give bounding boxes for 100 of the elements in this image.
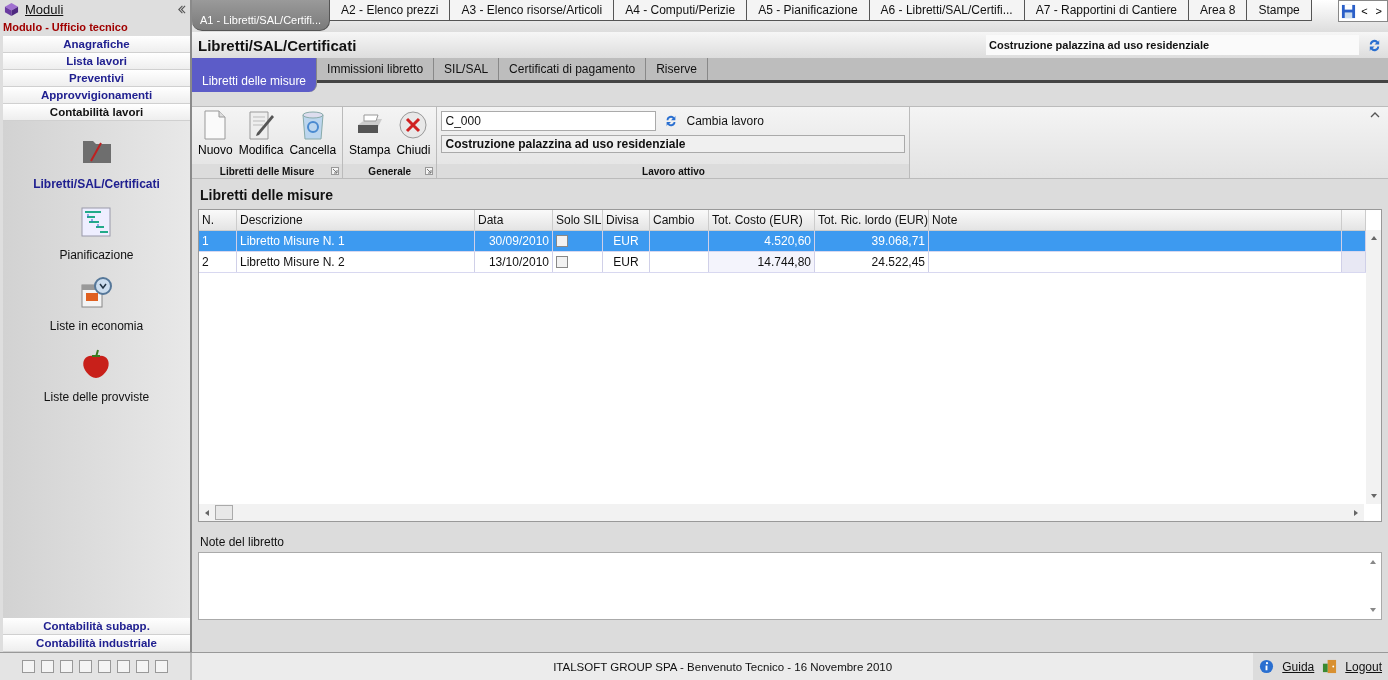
tab-scroll-button[interactable]: > <box>1372 5 1385 17</box>
table-row[interactable]: 2 Libretto Misure N. 2 13/10/2010 EUR 14.744,80 24.522,45 <box>199 252 1366 273</box>
checkbox[interactable] <box>556 235 568 247</box>
table-cell: Libretto Misure N. 2 <box>237 252 475 272</box>
help-link[interactable]: Guida <box>1282 659 1315 674</box>
table-cell: EUR <box>603 231 650 251</box>
empty-slot-icon[interactable] <box>155 660 168 673</box>
door-icon[interactable] <box>1322 659 1338 674</box>
tab-scroll-button[interactable]: < <box>1358 5 1371 17</box>
empty-slot-icon[interactable] <box>136 660 149 673</box>
status-text: ITALSOFT GROUP SPA - Benvenuto Tecnico - 16 Novembre 2010 <box>552 660 894 673</box>
empty-slot-icon[interactable] <box>60 660 73 673</box>
project-field: Costruzione palazzina ad uso residenziale <box>986 35 1359 55</box>
vertical-scrollbar[interactable] <box>1366 230 1381 504</box>
document-tab[interactable]: A4 - Computi/Perizie <box>614 0 748 21</box>
table-cell: 30/09/2010 <box>475 231 553 251</box>
document-tab[interactable]: A2 - Elenco prezzi <box>330 0 451 21</box>
module-title: Modulo - Ufficio tecnico <box>2 20 129 35</box>
scroll-left-icon[interactable] <box>203 508 211 517</box>
sub-tab[interactable]: Libretti delle misure <box>192 58 318 92</box>
column-header[interactable]: Divisa <box>603 210 650 230</box>
toolbar-button[interactable]: Modifica <box>236 109 286 162</box>
expand-icon[interactable] <box>331 167 340 175</box>
module-label[interactable]: Liste in economia <box>49 319 144 333</box>
info-icon[interactable] <box>1259 659 1275 674</box>
document-tab[interactable]: Area 8 <box>1189 0 1248 21</box>
calendar-clock-icon[interactable] <box>80 277 113 309</box>
scroll-right-icon[interactable] <box>1352 508 1360 517</box>
sidebar-item[interactable]: Anagrafiche <box>3 36 190 53</box>
sub-tab[interactable]: Riserve <box>646 58 708 80</box>
toolbar-button[interactable]: Nuovo <box>196 109 235 162</box>
scroll-down-icon[interactable] <box>1369 492 1378 500</box>
module-label[interactable]: Liste delle provviste <box>43 390 150 404</box>
horizontal-scrollbar[interactable] <box>199 504 1364 521</box>
gantt-chart-icon[interactable] <box>80 206 113 238</box>
column-header[interactable]: Solo SIL <box>553 210 603 230</box>
module-label[interactable]: Pianificazione <box>59 248 134 262</box>
sidebar-item[interactable]: Contabilità industriale <box>3 635 190 652</box>
empty-slot-icon[interactable] <box>22 660 35 673</box>
column-header[interactable]: Note <box>929 210 1342 230</box>
toolbar-button[interactable]: Stampa <box>347 109 393 162</box>
column-header[interactable]: Cambio <box>650 210 709 230</box>
document-tab[interactable]: A1 - Libretti/SAL/Certifi... <box>192 0 331 31</box>
sub-tab[interactable]: SIL/SAL <box>434 58 500 80</box>
document-tab[interactable]: A3 - Elenco risorse/Articoli <box>450 0 615 21</box>
table-cell: 13/10/2010 <box>475 252 553 272</box>
modules-link[interactable]: Moduli <box>25 2 171 17</box>
sub-tab[interactable]: Certificati di pagamento <box>499 58 647 80</box>
notes-field[interactable] <box>198 552 1382 620</box>
column-header[interactable]: Data <box>475 210 553 230</box>
job-description: Costruzione palazzina ad uso residenziale <box>441 135 906 153</box>
column-header[interactable]: Tot. Ric. lordo (EUR) <box>815 210 929 230</box>
scroll-down-icon[interactable] <box>1368 606 1377 614</box>
column-header[interactable]: Tot. Costo (EUR) <box>709 210 815 230</box>
collapse-ribbon-icon[interactable] <box>1370 111 1380 119</box>
close-icon <box>397 109 430 141</box>
page-title: Libretti/SAL/Certificati <box>198 36 358 54</box>
table-cell: Libretto Misure N. 1 <box>237 231 475 251</box>
job-code-field[interactable]: C_000 <box>441 111 657 131</box>
table-cell: 1 <box>199 231 237 251</box>
sidebar-item[interactable]: Contabilità subapp. <box>3 618 190 635</box>
table-cell: 24.522,45 <box>815 252 929 272</box>
scroll-up-icon[interactable] <box>1369 234 1378 242</box>
sub-tab[interactable]: Immissioni libretto <box>317 58 435 80</box>
expand-icon[interactable] <box>425 167 434 175</box>
cube-icon <box>4 2 19 17</box>
checkbox[interactable] <box>556 256 568 268</box>
collapse-icon[interactable] <box>177 5 186 14</box>
document-tab[interactable]: Stampe <box>1247 0 1312 21</box>
sidebar-item[interactable]: Contabilità lavori <box>3 104 190 121</box>
logout-link[interactable]: Logout <box>1345 659 1382 674</box>
sidebar-item[interactable]: Preventivi <box>3 70 190 87</box>
notes-label: Note del libretto <box>199 534 286 551</box>
document-tab[interactable]: A6 - Libretti/SAL/Certifi... <box>869 0 1025 21</box>
toolbar-button[interactable]: Chiudi <box>394 109 433 162</box>
scroll-up-icon[interactable] <box>1368 558 1377 566</box>
refresh-icon[interactable] <box>1367 37 1382 53</box>
group-label: Generale <box>368 165 412 177</box>
group-label: Lavoro attivo <box>642 165 705 177</box>
group-label: Libretti delle Misure <box>219 165 315 177</box>
empty-slot-icon[interactable] <box>117 660 130 673</box>
table-cell: 2 <box>199 252 237 272</box>
section-title: Libretti delle misure <box>199 186 335 205</box>
toolbar-button[interactable]: Cancella <box>287 109 339 162</box>
scroll-thumb[interactable] <box>215 505 233 520</box>
module-label[interactable]: Libretti/SAL/Certificati <box>33 177 160 191</box>
table-cell: 39.068,71 <box>815 231 929 251</box>
sidebar-item[interactable]: Lista lavori <box>3 53 190 70</box>
table-cell: 4.520,60 <box>709 231 815 251</box>
document-tab[interactable]: A7 - Rapportini di Cantiere <box>1024 0 1190 21</box>
column-header[interactable]: N. <box>199 210 237 230</box>
sidebar-item[interactable]: Approvvigionamenti <box>3 87 190 104</box>
column-header[interactable]: Descrizione <box>237 210 475 230</box>
save-icon[interactable] <box>1341 3 1357 19</box>
table-cell: 14.744,80 <box>709 252 815 272</box>
document-tab[interactable]: A5 - Pianificazione <box>747 0 870 21</box>
empty-slot-icon[interactable] <box>98 660 111 673</box>
change-job-link[interactable]: Cambia lavoro <box>686 114 764 128</box>
empty-slot-icon[interactable] <box>41 660 54 673</box>
empty-slot-icon[interactable] <box>79 660 92 673</box>
